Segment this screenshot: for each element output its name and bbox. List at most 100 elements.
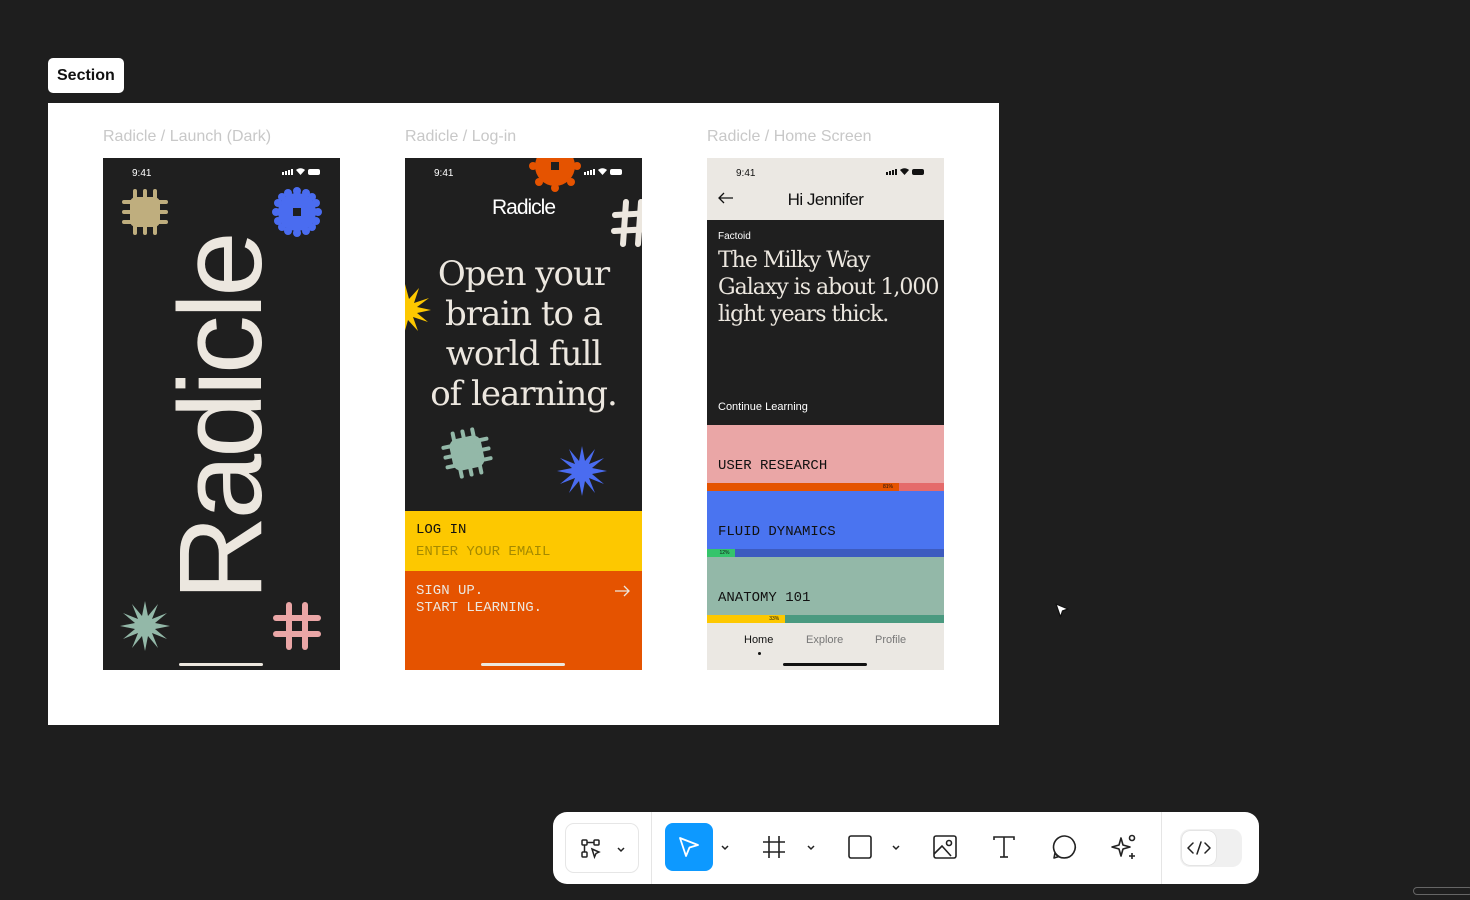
horizontal-scrollbar[interactable] <box>1413 887 1470 895</box>
headline-line: Open your <box>437 254 610 294</box>
home-indicator <box>481 663 565 666</box>
frame-home[interactable]: 9:41 Hi Jennifer Factoid The Milky Way G… <box>707 158 944 670</box>
section-label[interactable]: Section <box>48 58 124 93</box>
image-tool-button[interactable] <box>921 823 969 871</box>
cog-shape-icon <box>272 187 322 237</box>
text-icon <box>993 836 1015 858</box>
headline-line: world full <box>445 334 603 374</box>
wifi-icon <box>598 168 607 175</box>
starburst-shape-icon <box>557 446 607 496</box>
wifi-icon <box>900 168 909 175</box>
status-bar: 9:41 <box>707 168 944 182</box>
course-progress-fill <box>707 483 899 491</box>
headline-line: brain to a <box>444 294 603 334</box>
login-label: LOG IN <box>416 522 467 538</box>
toolbar-divider <box>1161 812 1162 884</box>
radicle-wordmark: Radicle <box>155 235 287 601</box>
toolbar-divider <box>651 812 652 884</box>
signup-line1: SIGN UP. <box>416 583 484 599</box>
frame-title-login[interactable]: Radicle / Log-in <box>405 128 516 146</box>
section[interactable]: Radicle / Launch (Dark) Radicle / Log-in… <box>48 103 999 725</box>
continue-learning[interactable]: Continue Learning <box>718 401 808 413</box>
rectangle-icon <box>848 835 872 859</box>
chevron-down-icon[interactable] <box>891 842 901 852</box>
battery-icon <box>912 168 924 175</box>
starburst-shape-icon <box>120 601 170 651</box>
status-time: 9:41 <box>736 168 756 179</box>
active-tab-dot <box>758 652 761 655</box>
brand-name: Radicle <box>491 196 556 219</box>
battery-icon <box>610 168 622 175</box>
factoid-line: light years thick. <box>718 302 889 327</box>
battery-icon <box>308 168 320 175</box>
course-name: USER RESEARCH <box>718 458 828 474</box>
course-card[interactable]: FLUID DYNAMICS 12% <box>707 491 944 557</box>
code-icon <box>1187 841 1211 855</box>
status-time: 9:41 <box>132 168 152 179</box>
arrow-right-icon <box>615 585 630 597</box>
tab-explore[interactable]: Explore <box>806 634 843 646</box>
home-header: 9:41 Hi Jennifer <box>707 158 944 220</box>
chip-shape-icon <box>122 189 168 235</box>
status-icons <box>282 168 320 175</box>
tab-profile[interactable]: Profile <box>875 634 906 646</box>
text-tool-button[interactable] <box>980 823 1028 871</box>
greeting: Hi Jennifer <box>787 190 864 209</box>
frame-title-launch[interactable]: Radicle / Launch (Dark) <box>103 128 271 146</box>
hash-shape-icon <box>273 602 321 650</box>
home-indicator <box>783 663 867 666</box>
factoid-card[interactable]: Factoid The Milky Way Galaxy is about 1,… <box>707 220 944 425</box>
ai-tool-button[interactable] <box>1100 823 1148 871</box>
signup-line2: START LEARNING. <box>416 600 543 616</box>
dev-mode-toggle[interactable] <box>1180 829 1242 867</box>
image-icon <box>933 835 957 859</box>
factoid-text: The Milky Way Galaxy is about 1,000 ligh… <box>718 247 939 328</box>
course-card[interactable]: USER RESEARCH 81% <box>707 425 944 491</box>
course-progress-label: 12% <box>719 550 730 556</box>
course-name: ANATOMY 101 <box>718 590 811 606</box>
frame-hash-icon <box>763 836 785 858</box>
frame-title-home[interactable]: Radicle / Home Screen <box>707 128 872 146</box>
signal-icon <box>584 168 595 175</box>
factoid-line: The Milky Way <box>718 248 870 273</box>
status-bar: 9:41 <box>405 168 642 182</box>
course-progress-label: 81% <box>882 484 893 490</box>
course-card[interactable]: ANATOMY 101 33% <box>707 557 944 623</box>
status-icons <box>584 168 622 175</box>
chevron-down-icon[interactable] <box>806 842 816 852</box>
mouse-cursor-icon <box>1055 603 1069 618</box>
comment-tool-button[interactable] <box>1041 823 1089 871</box>
actions-icon <box>581 839 601 860</box>
main-menu-button[interactable] <box>565 823 639 873</box>
chip-shape-icon <box>441 427 493 479</box>
frame-login[interactable]: 9:41 Radicle Open your brain to a world … <box>405 158 642 670</box>
login-headline: Open your brain to a world full of learn… <box>405 254 642 414</box>
frame-tool-button[interactable] <box>750 823 798 871</box>
home-indicator <box>179 663 263 666</box>
hash-shape-icon <box>611 199 642 247</box>
login-section[interactable]: LOG IN ENTER YOUR EMAIL <box>405 511 642 571</box>
status-bar: 9:41 <box>103 168 340 182</box>
signal-icon <box>886 168 897 175</box>
course-progress-bar: 12% <box>707 549 944 557</box>
shape-tool-button[interactable] <box>836 823 884 871</box>
bottom-toolbar <box>553 812 1259 884</box>
course-name: FLUID DYNAMICS <box>718 524 836 540</box>
chevron-down-icon[interactable] <box>616 844 626 854</box>
status-time: 9:41 <box>434 168 454 179</box>
dev-mode-knob <box>1182 831 1216 865</box>
signal-icon <box>282 168 293 175</box>
move-tool-button[interactable] <box>665 823 713 871</box>
email-input[interactable]: ENTER YOUR EMAIL <box>416 544 550 560</box>
signup-button[interactable]: SIGN UP. START LEARNING. <box>405 571 642 670</box>
cursor-arrow-icon <box>679 837 699 857</box>
chevron-down-icon[interactable] <box>720 842 730 852</box>
tab-home[interactable]: Home <box>744 634 773 646</box>
wifi-icon <box>296 168 305 175</box>
headline-line: of learning. <box>430 374 618 414</box>
sparkle-icon <box>1111 834 1136 859</box>
factoid-line: Galaxy is about 1,000 <box>718 275 939 300</box>
tab-bar: Home Explore Profile <box>707 622 944 670</box>
frame-launch[interactable]: 9:41 Radicle <box>103 158 340 670</box>
course-progress-bar: 81% <box>707 483 944 491</box>
